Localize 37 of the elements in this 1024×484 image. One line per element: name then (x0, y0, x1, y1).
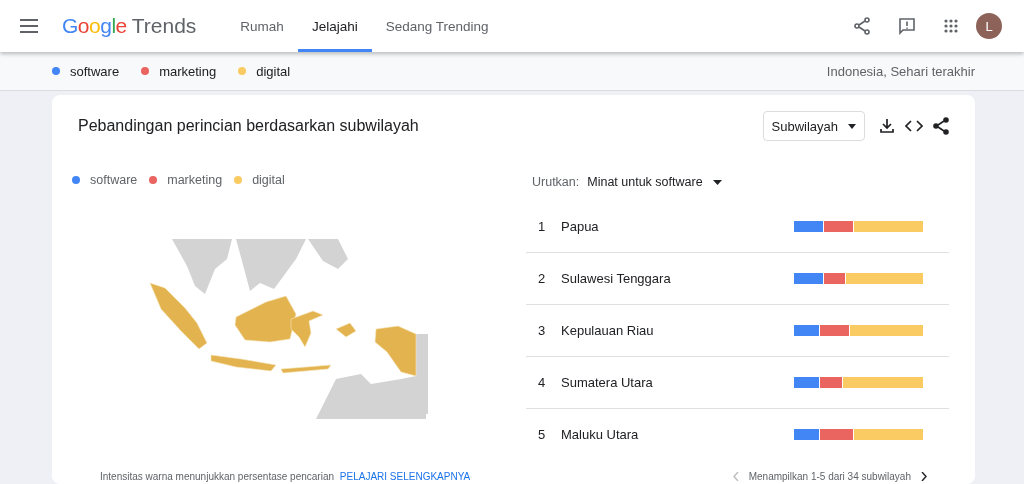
term-label[interactable]: digital (256, 63, 291, 79)
footer-note: Intensitas warna menunjukkan persentase pencarian PELAJARI SELENGKAPNYA (100, 470, 471, 482)
legend-label: digital (252, 173, 285, 187)
region-dropdown[interactable]: Subwilayah (762, 111, 865, 141)
rank-number: 2 (538, 271, 547, 286)
region-name[interactable]: Sulawesi Tenggara (561, 271, 794, 286)
scope-label: Indonesia, Sehari terakhir (826, 63, 975, 79)
caret-icon (712, 179, 722, 185)
term-label[interactable]: marketing (159, 63, 217, 79)
legend-label: marketing (167, 173, 223, 187)
region-name[interactable]: Papua (561, 219, 794, 234)
menu-icon[interactable] (20, 19, 38, 33)
share-icon[interactable] (854, 17, 870, 35)
nav-tab[interactable]: Rumah (226, 0, 298, 52)
learn-more-link[interactable]: PELAJARI SELENGKAPNYA (339, 470, 471, 482)
sort-dropdown[interactable]: Minat untuk software (587, 175, 722, 189)
download-icon[interactable] (879, 117, 895, 135)
next-icon[interactable] (921, 471, 927, 481)
caret-icon (848, 123, 856, 129)
term-label[interactable]: software (70, 63, 120, 79)
rank-number: 3 (538, 323, 547, 338)
legend-label: software (90, 173, 138, 187)
card-title: Pebandingan perincian berdasarkan subwilayah (78, 117, 419, 135)
region-name[interactable]: Sumatera Utara (561, 375, 794, 390)
rank-number: 1 (538, 219, 547, 234)
avatar[interactable]: L (976, 13, 1002, 39)
feedback-icon[interactable] (898, 17, 916, 35)
logo[interactable]: Google Trends (62, 14, 197, 38)
rank-number: 5 (538, 427, 547, 442)
pager-label: Menampilkan 1-5 dari 34 subwilayah (748, 470, 911, 482)
nav-tab[interactable]: Sedang Trending (371, 0, 503, 52)
sort-label: Urutkan: (532, 175, 580, 189)
apps-grid-icon[interactable] (944, 19, 958, 33)
region-name[interactable]: Kepulauan Riau (561, 323, 794, 338)
region-name[interactable]: Maluku Utara (561, 427, 794, 442)
share-icon[interactable] (933, 117, 949, 135)
rank-number: 4 (538, 375, 547, 390)
